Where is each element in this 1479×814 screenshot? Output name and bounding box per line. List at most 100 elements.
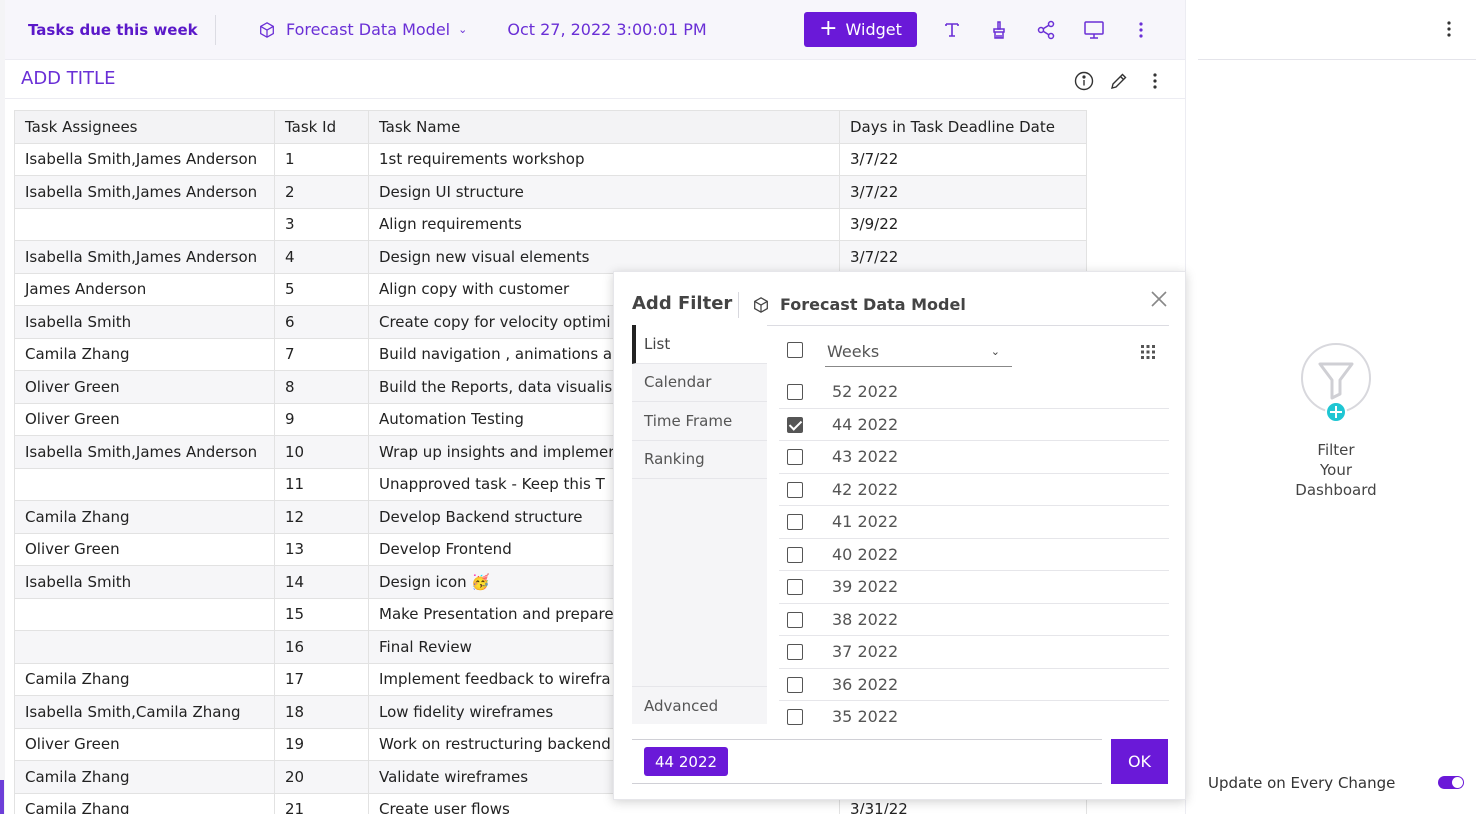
filter-option-row[interactable]: 40 2022 bbox=[779, 539, 1169, 571]
table-cell: Isabella Smith bbox=[14, 305, 275, 339]
widget-title[interactable]: ADD TITLE bbox=[21, 68, 115, 89]
filter-option-row[interactable]: 35 2022 bbox=[779, 701, 1169, 734]
table-cell: Design UI structure bbox=[368, 175, 840, 209]
dimension-select-value: Weeks bbox=[827, 342, 880, 361]
selected-values-box: 44 2022 bbox=[632, 739, 1102, 784]
filter-option-row[interactable]: 37 2022 bbox=[779, 636, 1169, 669]
text-icon[interactable] bbox=[940, 18, 964, 42]
selected-value-chip[interactable]: 44 2022 bbox=[644, 747, 729, 776]
refresh-datetime: Oct 27, 2022 3:00:01 PM bbox=[507, 20, 707, 39]
table-cell: Oliver Green bbox=[14, 532, 275, 566]
filter-your-dashboard-text: Filter Your Dashboard bbox=[1276, 440, 1396, 500]
update-on-change-toggle[interactable] bbox=[1438, 776, 1464, 789]
filter-option-checkbox[interactable] bbox=[787, 546, 803, 563]
table-cell: 15 bbox=[274, 597, 369, 631]
table-cell: James Anderson bbox=[14, 272, 275, 306]
table-cell: 1st requirements workshop bbox=[368, 142, 840, 176]
table-row: Isabella Smith,James Anderson 2 Design UI … bbox=[14, 175, 1087, 209]
filters-panel: Filter Your Dashboard Update on Every Ch… bbox=[1185, 0, 1479, 814]
table-cell: 3/7/22 bbox=[839, 240, 1087, 274]
column-header[interactable]: Task Assignees bbox=[14, 110, 275, 144]
add-filter-funnel-icon[interactable] bbox=[1300, 342, 1372, 422]
dialog-datamodel-name: Forecast Data Model bbox=[780, 295, 966, 314]
table-cell: 1 bbox=[274, 142, 369, 176]
update-on-change-label: Update on Every Change bbox=[1208, 774, 1396, 792]
share-icon[interactable] bbox=[1034, 18, 1058, 42]
filter-option-label: 38 2022 bbox=[832, 609, 899, 629]
table-cell: 2 bbox=[274, 175, 369, 209]
widget-header-divider bbox=[5, 98, 1185, 99]
filter-option-row[interactable]: 42 2022 bbox=[779, 474, 1169, 506]
table-cell: 11 bbox=[274, 467, 369, 501]
filter-option-row[interactable]: 36 2022 bbox=[779, 669, 1169, 701]
tab-list[interactable]: List bbox=[632, 325, 767, 364]
filter-option-row[interactable]: 44 2022 bbox=[779, 409, 1169, 441]
table-cell: Align requirements bbox=[368, 207, 840, 241]
filter-option-checkbox[interactable] bbox=[787, 709, 803, 725]
ok-button[interactable]: OK bbox=[1111, 739, 1168, 784]
monitor-icon[interactable] bbox=[1082, 18, 1106, 42]
info-icon[interactable] bbox=[1073, 70, 1095, 92]
close-icon[interactable] bbox=[1150, 290, 1168, 308]
table-cell: 20 bbox=[274, 760, 369, 794]
options-header: Weeks ⌄ bbox=[779, 337, 1169, 369]
filter-prompt-line: Dashboard bbox=[1295, 481, 1377, 499]
filters-menu-icon[interactable] bbox=[1446, 20, 1452, 43]
filter-option-checkbox[interactable] bbox=[787, 579, 803, 595]
select-all-checkbox[interactable] bbox=[787, 342, 803, 358]
table-cell: Oliver Green bbox=[14, 370, 275, 404]
table-cell: 16 bbox=[274, 630, 369, 664]
more-vertical-icon[interactable] bbox=[1129, 18, 1153, 42]
tab-ranking[interactable]: Ranking bbox=[632, 441, 767, 479]
dimension-select[interactable]: Weeks ⌄ bbox=[825, 337, 1012, 367]
filter-option-row[interactable]: 41 2022 bbox=[779, 506, 1169, 539]
table-cell: Isabella Smith,James Anderson bbox=[14, 435, 275, 469]
column-header[interactable]: Days in Task Deadline Date bbox=[839, 110, 1087, 144]
filter-option-checkbox[interactable] bbox=[787, 611, 803, 628]
add-filter-dialog: Add Filter Forecast Data Model List Cale… bbox=[613, 271, 1186, 800]
filter-option-checkbox[interactable] bbox=[787, 514, 803, 530]
table-cell: 13 bbox=[274, 532, 369, 566]
table-cell: Oliver Green bbox=[14, 402, 275, 436]
filter-option-row[interactable]: 39 2022 bbox=[779, 571, 1169, 604]
table-cell: Oliver Green bbox=[14, 727, 275, 761]
column-header[interactable]: Task Id bbox=[274, 110, 369, 144]
filter-option-checkbox[interactable] bbox=[787, 416, 803, 433]
toolbar-divider bbox=[215, 14, 216, 45]
filter-options-list: 52 2022 44 2022 43 2022 42 2022 41 2022 40 20… bbox=[779, 376, 1169, 734]
table-row: Isabella Smith,James Anderson 4 Design new… bbox=[14, 240, 1087, 274]
chevron-down-icon: ⌄ bbox=[458, 23, 468, 36]
add-widget-button[interactable]: + Widget bbox=[804, 12, 917, 47]
filter-option-row[interactable]: 52 2022 bbox=[779, 376, 1169, 409]
table-cell: 3 bbox=[274, 207, 369, 241]
filter-option-row[interactable]: 38 2022 bbox=[779, 604, 1169, 636]
dashboard-title[interactable]: Tasks due this week bbox=[5, 21, 215, 39]
filter-option-row[interactable]: 43 2022 bbox=[779, 441, 1169, 474]
table-cell: 19 bbox=[274, 727, 369, 761]
filter-option-label: 37 2022 bbox=[832, 642, 899, 661]
edit-pencil-icon[interactable] bbox=[1108, 70, 1130, 92]
filter-option-checkbox[interactable] bbox=[787, 644, 803, 660]
cube-icon bbox=[260, 21, 274, 38]
table-row: Isabella Smith,James Anderson 1 1st requir… bbox=[14, 142, 1087, 176]
datamodel-name: Forecast Data Model bbox=[286, 20, 451, 39]
table-cell: Isabella Smith,Camila Zhang bbox=[14, 695, 275, 729]
table-cell: 7 bbox=[274, 337, 369, 371]
paintbrush-icon[interactable] bbox=[987, 18, 1011, 42]
grid-view-icon[interactable] bbox=[1141, 345, 1155, 359]
table-cell: Isabella Smith bbox=[14, 565, 275, 599]
table-cell: Camila Zhang bbox=[14, 792, 275, 814]
table-cell: Design new visual elements bbox=[368, 240, 840, 274]
table-cell bbox=[14, 207, 275, 241]
filter-option-checkbox[interactable] bbox=[787, 384, 803, 400]
filter-option-checkbox[interactable] bbox=[787, 676, 803, 693]
tab-calendar[interactable]: Calendar bbox=[632, 364, 767, 402]
filter-option-checkbox[interactable] bbox=[787, 481, 803, 498]
column-header[interactable]: Task Name bbox=[368, 110, 840, 144]
filter-option-checkbox[interactable] bbox=[787, 449, 803, 465]
table-cell: 14 bbox=[274, 565, 369, 599]
tab-advanced[interactable]: Advanced bbox=[632, 686, 767, 725]
datamodel-selector[interactable]: Forecast Data Model ⌄ bbox=[258, 20, 467, 39]
widget-menu-icon[interactable] bbox=[1144, 70, 1166, 92]
tab-time-frame[interactable]: Time Frame bbox=[632, 402, 767, 441]
